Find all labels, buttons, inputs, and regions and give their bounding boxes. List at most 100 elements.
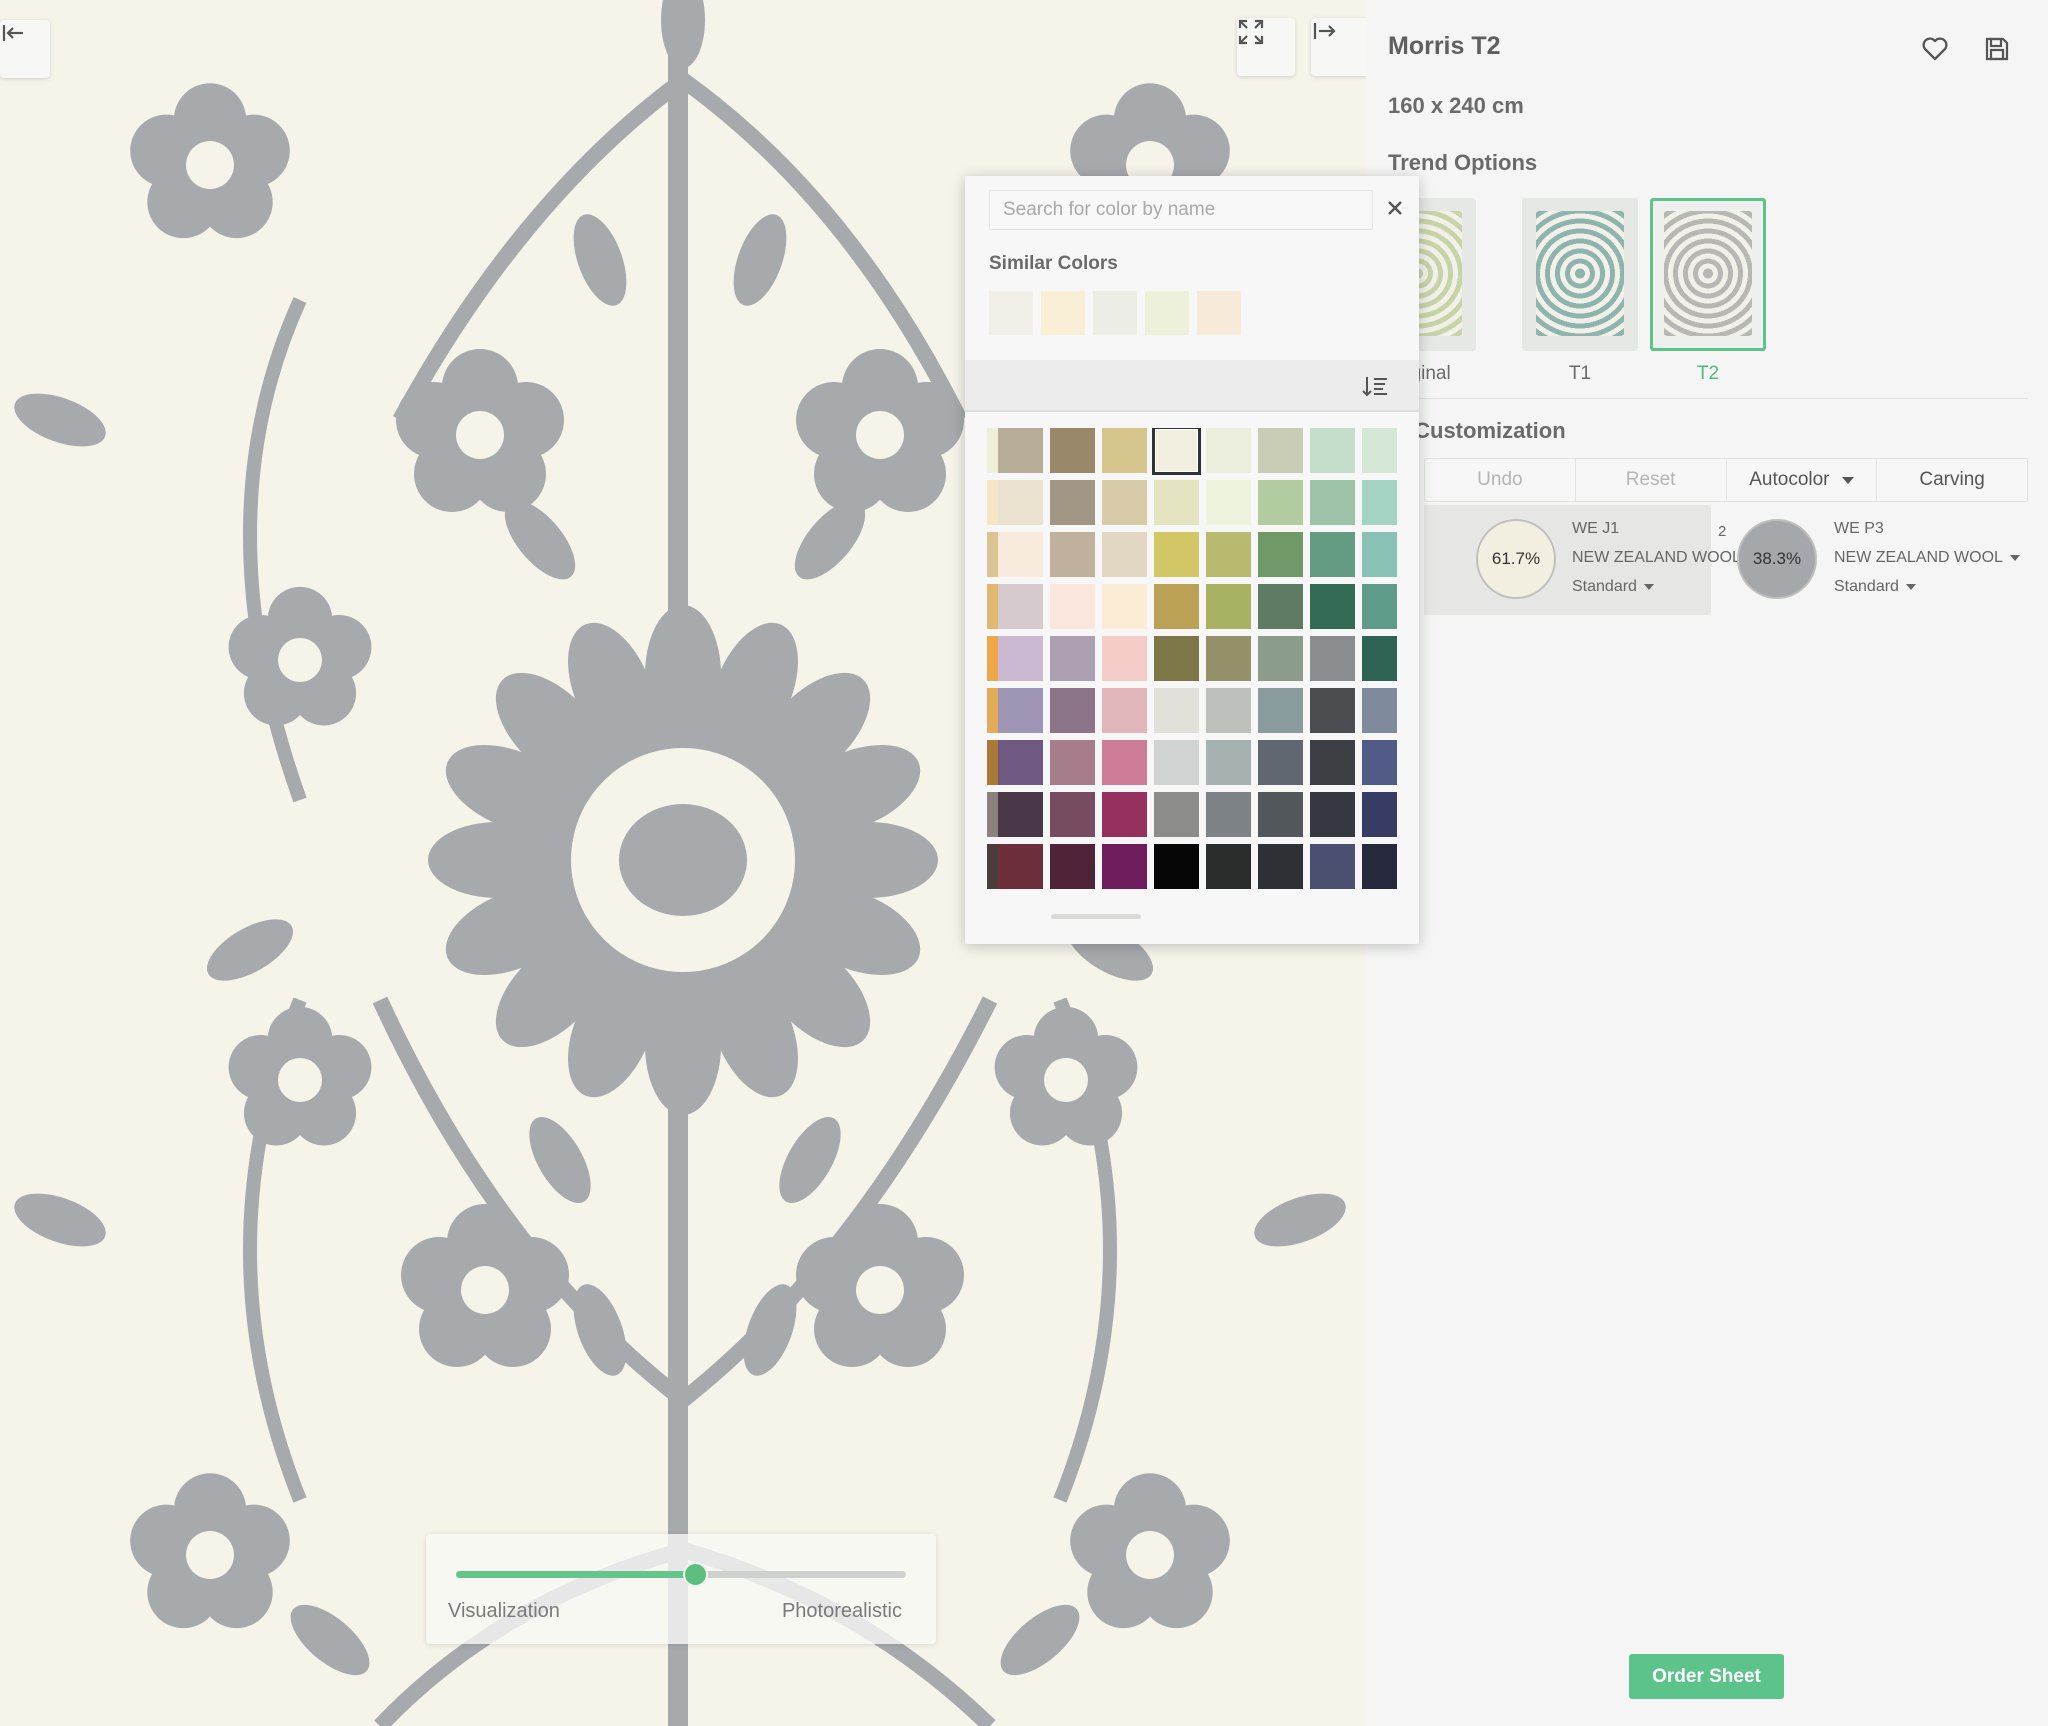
palette-color-swatch[interactable] bbox=[1310, 688, 1355, 733]
color-layer-swatch[interactable]: 38.3% bbox=[1737, 519, 1817, 599]
undo-button[interactable]: Undo bbox=[1425, 459, 1576, 501]
favorite-button[interactable] bbox=[1918, 32, 1952, 66]
palette-color-swatch[interactable] bbox=[1050, 792, 1095, 837]
palette-color-swatch[interactable] bbox=[1362, 636, 1397, 681]
expand-right-button[interactable] bbox=[1311, 18, 1366, 76]
palette-color-swatch[interactable] bbox=[1154, 636, 1199, 681]
palette-color-swatch[interactable] bbox=[1154, 844, 1199, 889]
color-layer-card-2[interactable]: 2 38.3% WE P3 NEW ZEALAND WOOL Standard bbox=[1712, 505, 2020, 615]
palette-color-swatch[interactable] bbox=[1310, 636, 1355, 681]
palette-color-swatch[interactable] bbox=[1102, 792, 1147, 837]
palette-color-swatch[interactable] bbox=[1154, 584, 1199, 629]
similar-color-swatch[interactable] bbox=[989, 291, 1033, 335]
color-layer-grade-dropdown[interactable]: Standard bbox=[1834, 578, 1916, 596]
palette-color-swatch[interactable] bbox=[1206, 844, 1251, 889]
palette-color-swatch[interactable] bbox=[1310, 532, 1355, 577]
palette-color-swatch[interactable] bbox=[1258, 844, 1303, 889]
similar-color-swatch[interactable] bbox=[1041, 291, 1085, 335]
palette-color-swatch[interactable] bbox=[1102, 844, 1147, 889]
similar-color-swatch[interactable] bbox=[1145, 291, 1189, 335]
palette-color-swatch[interactable] bbox=[1362, 480, 1397, 525]
palette-color-swatch[interactable] bbox=[1152, 428, 1201, 475]
palette-color-swatch[interactable] bbox=[1362, 844, 1397, 889]
palette-color-swatch[interactable] bbox=[1362, 792, 1397, 837]
palette-color-swatch[interactable] bbox=[1258, 480, 1303, 525]
palette-color-swatch[interactable] bbox=[1154, 792, 1199, 837]
palette-color-swatch[interactable] bbox=[1362, 428, 1397, 473]
palette-color-swatch[interactable] bbox=[998, 688, 1043, 733]
palette-color-swatch[interactable] bbox=[1050, 532, 1095, 577]
palette-color-swatch[interactable] bbox=[1102, 688, 1147, 733]
palette-color-swatch[interactable] bbox=[1310, 428, 1355, 473]
palette-color-swatch[interactable] bbox=[1154, 480, 1199, 525]
fullscreen-button[interactable] bbox=[1237, 18, 1295, 76]
palette-color-swatch[interactable] bbox=[1102, 532, 1147, 577]
palette-color-swatch[interactable] bbox=[1362, 532, 1397, 577]
carving-button[interactable]: Carving bbox=[1877, 459, 2027, 501]
palette-color-swatch[interactable] bbox=[1258, 428, 1303, 473]
palette-color-swatch[interactable] bbox=[1206, 480, 1251, 525]
color-layer-swatch[interactable]: 61.7% bbox=[1476, 519, 1556, 599]
palette-color-swatch[interactable] bbox=[998, 844, 1043, 889]
palette-color-swatch[interactable] bbox=[1102, 480, 1147, 525]
palette-color-swatch[interactable] bbox=[1310, 844, 1355, 889]
palette-color-swatch[interactable] bbox=[998, 584, 1043, 629]
color-layer-grade-dropdown[interactable]: Standard bbox=[1572, 578, 1654, 596]
trend-option-t2[interactable] bbox=[1650, 198, 1766, 351]
reset-button[interactable]: Reset bbox=[1576, 459, 1727, 501]
palette-color-swatch[interactable] bbox=[1050, 740, 1095, 785]
palette-color-swatch[interactable] bbox=[1258, 740, 1303, 785]
palette-color-swatch[interactable] bbox=[1206, 792, 1251, 837]
color-layer-material-dropdown[interactable]: NEW ZEALAND WOOL bbox=[1834, 549, 2020, 567]
palette-color-swatch[interactable] bbox=[998, 636, 1043, 681]
save-button[interactable] bbox=[1980, 32, 2014, 66]
collapse-left-button[interactable] bbox=[0, 20, 50, 78]
sort-colors-button[interactable] bbox=[1361, 372, 1389, 400]
palette-color-swatch[interactable] bbox=[1362, 740, 1397, 785]
palette-color-swatch[interactable] bbox=[1102, 636, 1147, 681]
color-search-input[interactable] bbox=[989, 190, 1373, 230]
palette-color-swatch[interactable] bbox=[998, 428, 1043, 473]
palette-color-swatch[interactable] bbox=[1310, 584, 1355, 629]
palette-color-swatch[interactable] bbox=[1206, 532, 1251, 577]
palette-color-swatch[interactable] bbox=[998, 792, 1043, 837]
palette-color-swatch[interactable] bbox=[1206, 428, 1251, 473]
palette-color-swatch[interactable] bbox=[1102, 428, 1147, 473]
view-mode-slider-handle[interactable] bbox=[682, 1562, 708, 1587]
similar-color-swatch[interactable] bbox=[1197, 291, 1241, 335]
palette-color-swatch[interactable] bbox=[1206, 636, 1251, 681]
palette-color-swatch[interactable] bbox=[1154, 532, 1199, 577]
palette-color-swatch[interactable] bbox=[1362, 584, 1397, 629]
close-picker-button[interactable] bbox=[1381, 194, 1409, 222]
palette-color-swatch[interactable] bbox=[1310, 480, 1355, 525]
palette-color-swatch[interactable] bbox=[1050, 480, 1095, 525]
palette-color-swatch[interactable] bbox=[1362, 688, 1397, 733]
palette-color-swatch[interactable] bbox=[1310, 740, 1355, 785]
palette-color-swatch[interactable] bbox=[1258, 688, 1303, 733]
palette-color-swatch[interactable] bbox=[1258, 584, 1303, 629]
palette-color-swatch[interactable] bbox=[1206, 740, 1251, 785]
palette-color-swatch[interactable] bbox=[1050, 584, 1095, 629]
trend-option-t1[interactable] bbox=[1522, 198, 1638, 351]
palette-color-swatch[interactable] bbox=[998, 532, 1043, 577]
similar-color-swatch[interactable] bbox=[1093, 291, 1137, 335]
palette-scrollbar[interactable] bbox=[1051, 914, 1141, 919]
view-mode-slider-track[interactable] bbox=[456, 1571, 906, 1578]
palette-color-swatch[interactable] bbox=[1102, 740, 1147, 785]
palette-color-swatch[interactable] bbox=[1206, 584, 1251, 629]
palette-color-swatch[interactable] bbox=[1154, 688, 1199, 733]
palette-color-swatch[interactable] bbox=[998, 480, 1043, 525]
palette-color-swatch[interactable] bbox=[998, 740, 1043, 785]
palette-color-swatch[interactable] bbox=[1258, 792, 1303, 837]
palette-color-swatch[interactable] bbox=[1206, 688, 1251, 733]
palette-color-swatch[interactable] bbox=[1310, 792, 1355, 837]
palette-color-swatch[interactable] bbox=[1154, 740, 1199, 785]
palette-color-swatch[interactable] bbox=[1050, 636, 1095, 681]
color-layer-card-1[interactable]: 61.7% WE J1 NEW ZEALAND WOOL Standard bbox=[1424, 505, 1758, 615]
autocolor-dropdown[interactable]: Autocolor bbox=[1727, 459, 1878, 501]
palette-color-swatch[interactable] bbox=[1102, 584, 1147, 629]
palette-color-swatch[interactable] bbox=[1050, 688, 1095, 733]
palette-color-swatch[interactable] bbox=[1258, 636, 1303, 681]
palette-color-swatch[interactable] bbox=[1050, 844, 1095, 889]
palette-color-swatch[interactable] bbox=[1050, 428, 1095, 473]
